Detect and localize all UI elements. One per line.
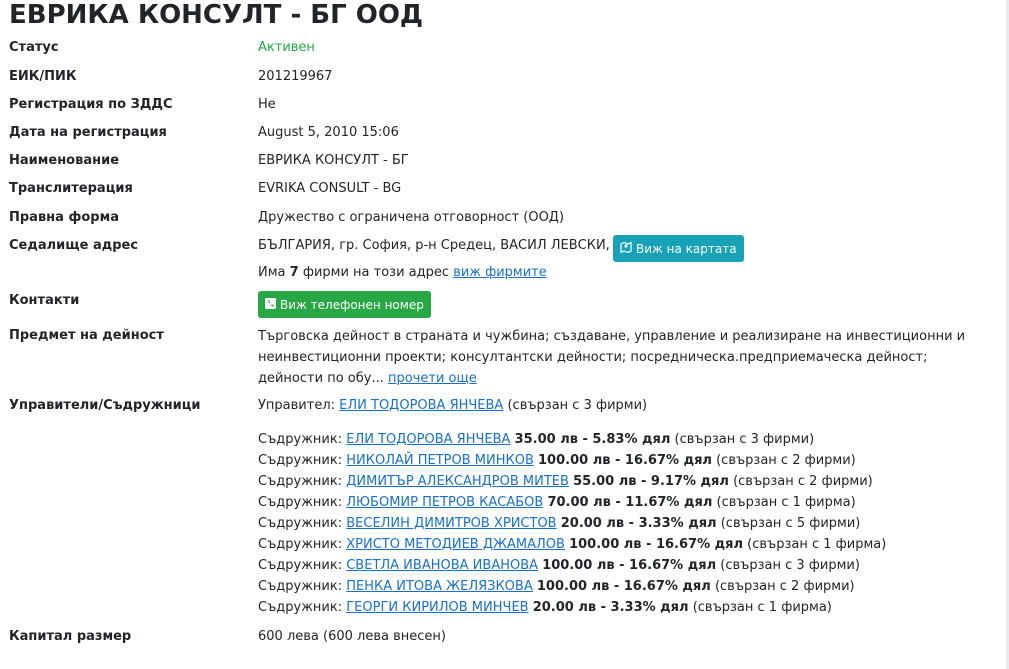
view-map-button[interactable]: Виж на картата — [613, 235, 744, 262]
activity-value: Търговска дейност в страната и чужбина; … — [258, 329, 966, 386]
partner-linked-count: (свързан с 1 фирма) — [716, 495, 856, 510]
vat-label: Регистрация по ЗДДС — [9, 97, 173, 112]
capital-label: Капитал размер — [9, 629, 132, 644]
partner-name-link[interactable]: ХРИСТО МЕТОДИЕВ ДЖАМАЛОВ — [346, 537, 565, 552]
name-label: Наименование — [9, 153, 120, 168]
status-value: Активен — [258, 40, 315, 55]
partner-name-link[interactable]: ВЕСЕЛИН ДИМИТРОВ ХРИСТОВ — [346, 516, 556, 531]
contacts-label: Контакти — [9, 293, 80, 308]
partner-share: 20.00 лв - 3.33% дял — [560, 516, 717, 531]
partner-row: Съдружник: ПЕНКА ИТОВА ЖЕЛЯЗКОВА 100.00 … — [258, 578, 855, 596]
partner-linked-count: (свързан с 2 фирми) — [716, 453, 856, 468]
partner-row: Съдружник: НИКОЛАЙ ПЕТРОВ МИНКОВ 100.00 … — [258, 452, 856, 470]
partner-linked-count: (свързан с 5 фирми) — [720, 516, 861, 531]
legal-form-value: Дружество с ограничена отговорност (ООД) — [258, 210, 565, 225]
reg-date-value: August 5, 2010 15:06 — [258, 125, 399, 140]
partner-prefix: Съдружник: — [258, 453, 343, 468]
activity-text: Търговска дейност в страната и чужбина; … — [258, 326, 988, 389]
partner-prefix: Съдружник: — [258, 600, 343, 615]
manager-row: Управител: ЕЛИ ТОДОРОВА ЯНЧЕВА (свързан … — [258, 397, 647, 415]
partner-linked-count: (свързан с 3 фирми) — [720, 558, 860, 573]
partner-share: 100.00 лв - 16.67% дял — [536, 579, 711, 594]
firms-prefix: Има — [258, 265, 286, 280]
partner-row: Съдружник: ХРИСТО МЕТОДИЕВ ДЖАМАЛОВ 100.… — [258, 536, 886, 554]
phone-square-icon — [265, 297, 280, 312]
view-map-label: Виж на картата — [636, 241, 737, 256]
partner-name-link[interactable]: ЕЛИ ТОДОРОВА ЯНЧЕВА — [346, 432, 510, 447]
partner-name-link[interactable]: НИКОЛАЙ ПЕТРОВ МИНКОВ — [346, 453, 534, 468]
view-firms-link[interactable]: виж фирмите — [453, 265, 547, 280]
partner-share: 100.00 лв - 16.67% дял — [569, 537, 744, 552]
translit-label: Транслитерация — [9, 181, 133, 196]
eik-label: ЕИК/ПИК — [9, 69, 77, 84]
partner-linked-count: (свързан с 2 фирми) — [714, 579, 855, 594]
manager-name-link[interactable]: ЕЛИ ТОДОРОВА ЯНЧЕВА — [339, 398, 503, 413]
partner-linked-count: (свързан с 1 фирма) — [747, 537, 887, 552]
view-phone-label: Виж телефонен номер — [280, 297, 424, 312]
address-firms-note: Има 7 фирми на този адрес виж фирмите — [258, 264, 547, 282]
partner-row: Съдружник: ВЕСЕЛИН ДИМИТРОВ ХРИСТОВ 20.0… — [258, 515, 860, 533]
manager-prefix: Управител: — [258, 398, 336, 413]
partner-name-link[interactable]: ПЕНКА ИТОВА ЖЕЛЯЗКОВА — [346, 579, 533, 594]
partner-share: 35.00 лв - 5.83% дял — [514, 432, 671, 447]
view-phone-button[interactable]: Виж телефонен номер — [258, 291, 431, 318]
partner-row: Съдружник: ЕЛИ ТОДОРОВА ЯНЧЕВА 35.00 лв … — [258, 431, 814, 449]
translit-value: EVRIKA CONSULT - BG — [258, 181, 402, 196]
partner-prefix: Съдружник: — [258, 537, 343, 552]
legal-form-label: Правна форма — [9, 210, 119, 225]
partner-prefix: Съдружник: — [258, 558, 343, 573]
partner-prefix: Съдружник: — [258, 516, 343, 531]
partner-linked-count: (свързан с 2 фирми) — [733, 474, 873, 489]
page-title: ЕВРИКА КОНСУЛТ - БГ ООД — [9, 0, 424, 30]
name-value: ЕВРИКА КОНСУЛТ - БГ — [258, 153, 409, 168]
activity-label: Предмет на дейност — [9, 328, 164, 343]
vat-value: Не — [258, 97, 276, 112]
map-marker-icon — [620, 241, 636, 256]
partner-name-link[interactable]: ГЕОРГИ КИРИЛОВ МИНЧЕВ — [346, 600, 528, 615]
partner-linked-count: (свързан с 1 фирма) — [692, 600, 832, 615]
partner-prefix: Съдружник: — [258, 579, 343, 594]
capital-value: 600 лева (600 лева внесен) — [258, 629, 446, 644]
eik-value: 201219967 — [258, 69, 333, 84]
status-label: Статус — [9, 40, 59, 55]
address-value: БЪЛГАРИЯ, гр. София, р-н Средец, ВАСИЛ Л… — [258, 238, 623, 253]
partner-row: Съдружник: ГЕОРГИ КИРИЛОВ МИНЧЕВ 20.00 л… — [258, 599, 832, 617]
partner-share: 20.00 лв - 3.33% дял — [532, 600, 689, 615]
managers-label: Управители/Съдружници — [9, 398, 201, 413]
partner-row: Съдружник: ЛЮБОМИР ПЕТРОВ КАСАБОВ 70.00 … — [258, 494, 856, 512]
reg-date-label: Дата на регистрация — [9, 125, 167, 140]
read-more-link[interactable]: прочети още — [388, 371, 477, 386]
address-label: Седалище адрес — [9, 238, 139, 253]
partner-prefix: Съдружник: — [258, 495, 343, 510]
partner-name-link[interactable]: ДИМИТЪР АЛЕКСАНДРОВ МИТЕВ — [346, 474, 569, 489]
partner-share: 100.00 лв - 16.67% дял — [538, 453, 712, 468]
partner-name-link[interactable]: СВЕТЛА ИВАНОВА ИВАНОВА — [346, 558, 538, 573]
partner-name-link[interactable]: ЛЮБОМИР ПЕТРОВ КАСАБОВ — [346, 495, 543, 510]
partner-share: 100.00 лв - 16.67% дял — [542, 558, 717, 573]
partner-linked-count: (свързан с 3 фирми) — [674, 432, 815, 447]
partner-prefix: Съдружник: — [258, 474, 343, 489]
manager-linked-count: (свързан с 3 фирми) — [507, 398, 648, 413]
firms-count: 7 — [289, 265, 299, 280]
partner-share: 55.00 лв - 9.17% дял — [573, 474, 729, 489]
firms-suffix: фирми на този адрес — [302, 265, 450, 280]
partner-share: 70.00 лв - 11.67% дял — [547, 495, 713, 510]
partner-row: Съдружник: ДИМИТЪР АЛЕКСАНДРОВ МИТЕВ 55.… — [258, 473, 873, 491]
partner-prefix: Съдружник: — [258, 432, 343, 447]
partner-row: Съдружник: СВЕТЛА ИВАНОВА ИВАНОВА 100.00… — [258, 557, 860, 575]
